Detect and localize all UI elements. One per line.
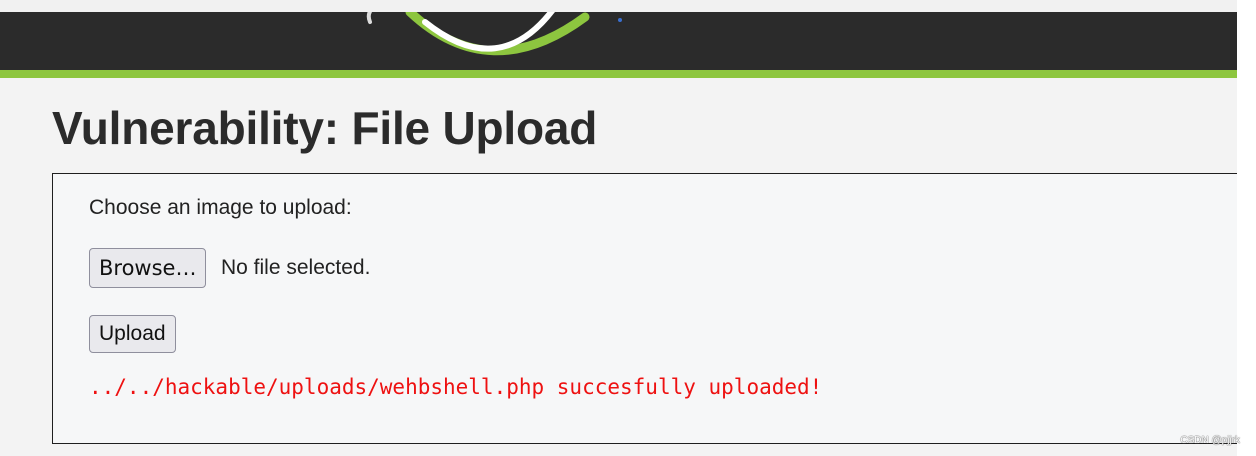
file-status: No file selected. (221, 256, 371, 279)
browse-button[interactable]: Browse… (89, 248, 207, 288)
upload-prompt: Choose an image to upload: (89, 196, 352, 219)
top-strip (0, 0, 1237, 12)
upload-button[interactable]: Upload (89, 315, 176, 353)
header-accent-bar (0, 70, 1237, 78)
right-gutter (1237, 0, 1256, 456)
watermark: CSDN @pjjrk (1180, 435, 1240, 446)
upload-panel: Choose an image to upload: Browse… No fi… (52, 173, 1237, 444)
page-title: Vulnerability: File Upload (52, 102, 598, 154)
site-header (0, 12, 1237, 70)
dvwa-logo-icon (366, 12, 622, 56)
upload-result-message: ../../hackable/uploads/wehbshell.php suc… (89, 375, 823, 399)
